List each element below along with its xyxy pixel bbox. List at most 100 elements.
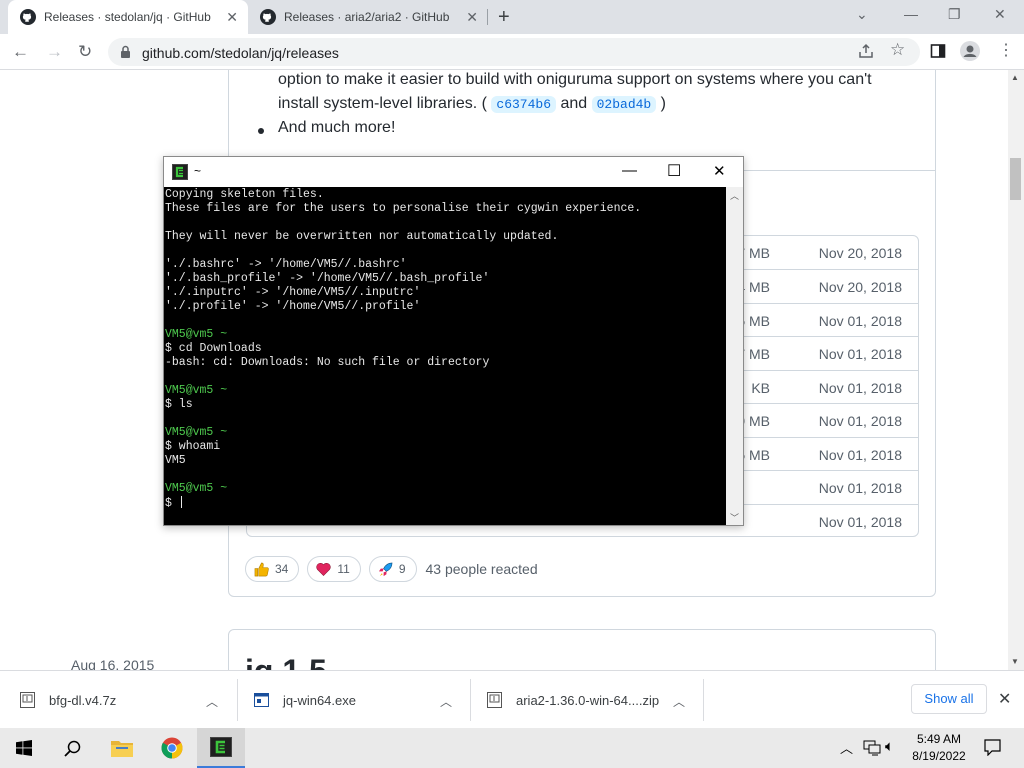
profile-avatar-icon[interactable] [960, 41, 980, 61]
reload-icon[interactable]: ↻ [78, 42, 92, 62]
release-title[interactable]: jq 1.5 [245, 653, 327, 670]
exe-file-icon [254, 693, 269, 707]
scrollbar-thumb[interactable] [1010, 158, 1021, 200]
terminal-line-text: './.inputrc' -> '/home/VM5//.inputrc' [165, 286, 421, 299]
reaction-rocket[interactable]: 9 [368, 556, 417, 582]
conjunction-text: and [560, 95, 588, 112]
taskbar-file-explorer[interactable] [98, 728, 146, 768]
close-tab-icon[interactable]: ✕ [226, 9, 238, 26]
terminal-maximize-button[interactable]: ☐ [667, 161, 681, 181]
cygwin-icon [172, 164, 188, 180]
divider [237, 679, 238, 721]
restore-window-button[interactable]: ❐ [948, 6, 961, 23]
show-all-downloads-button[interactable]: Show all [911, 684, 987, 714]
terminal-line-text: VM5 [165, 454, 186, 467]
terminal-close-button[interactable]: ✕ [713, 162, 726, 180]
download-filename: bfg-dl.v4.7z [49, 692, 117, 708]
cygwin-icon [210, 737, 232, 757]
side-panel-icon[interactable] [930, 43, 946, 59]
search-button[interactable] [48, 728, 96, 768]
cygwin-terminal-window[interactable]: ~ — ☐ ✕ Copying skeleton files. These fil… [163, 156, 744, 526]
asset-date: Nov 20, 2018 [818, 245, 902, 261]
share-icon[interactable] [858, 43, 874, 59]
tab-jq-releases[interactable]: Releases · stedolan/jq · GitHub ✕ [8, 0, 248, 34]
reaction-count: 9 [398, 562, 406, 576]
reaction-thumbs-up[interactable]: 34 [245, 556, 300, 582]
download-item[interactable]: jq-win64.exe ︿ [254, 671, 464, 729]
terminal-line-text: $ whoami [165, 440, 221, 453]
release-notes-line: option to make it easier to build with o… [278, 71, 872, 88]
network-icon[interactable] [863, 740, 881, 756]
start-button[interactable] [0, 728, 48, 768]
reaction-summary: 43 people reacted [425, 561, 538, 577]
folder-icon [111, 741, 133, 757]
chrome-icon [161, 737, 183, 759]
chevron-up-icon[interactable]: ︿ [440, 693, 452, 710]
terminal-line-text: './.bashrc' -> '/home/VM5//.bashrc' [165, 258, 407, 271]
minimize-window-button[interactable]: — [904, 6, 918, 22]
scroll-down-icon[interactable]: ﹀ [730, 511, 739, 524]
commit-link[interactable]: c6374b6 [491, 96, 556, 113]
scroll-up-icon[interactable]: ▲ [1011, 73, 1019, 82]
browser-tab-strip: Releases · stedolan/jq · GitHub ✕ Releas… [0, 0, 1024, 34]
new-tab-button[interactable]: + [498, 6, 510, 29]
terminal-output[interactable]: Copying skeleton files. These files are f… [164, 187, 726, 525]
terminal-titlebar[interactable]: ~ — ☐ ✕ [164, 157, 743, 187]
windows-logo-icon [16, 740, 32, 756]
terminal-line: $ [165, 496, 726, 510]
taskbar-cygwin-terminal[interactable] [197, 728, 245, 768]
taskbar-clock[interactable]: 5:49 AM 8/19/2022 [906, 731, 972, 765]
divider [470, 679, 471, 721]
commit-link[interactable]: 02bad4b [591, 96, 657, 113]
terminal-minimize-button[interactable]: — [622, 162, 637, 179]
terminal-line-text: These files are for the users to persona… [165, 202, 642, 215]
terminal-line: VM5@vm5 ~ [165, 482, 726, 496]
bookmark-star-icon[interactable]: ☆ [890, 40, 905, 60]
terminal-line: -bash: cd: Downloads: No such file or di… [165, 356, 726, 370]
forward-arrow-icon[interactable]: → [46, 42, 63, 62]
scroll-up-icon[interactable]: ︿ [730, 189, 739, 202]
release-notes-text: option to make it easier to build with o… [278, 70, 898, 117]
terminal-line: './.inputrc' -> '/home/VM5//.inputrc' [165, 286, 726, 300]
notifications-icon[interactable] [984, 739, 1001, 756]
terminal-cursor [180, 496, 182, 508]
terminal-line-text: VM5@vm5 ~ [165, 328, 228, 341]
volume-icon[interactable]: 🔈︎ [885, 738, 894, 755]
list-item-text: And much more! [278, 119, 396, 136]
back-arrow-icon[interactable]: ← [12, 42, 29, 62]
asset-date: Nov 01, 2018 [818, 447, 902, 463]
clock-date: 8/19/2022 [912, 749, 966, 763]
asset-date: Nov 01, 2018 [818, 514, 902, 530]
release-notes-line: install system-level libraries. ( [278, 95, 487, 112]
show-hidden-icons-button[interactable]: ︿ [840, 738, 853, 757]
tab-aria2-releases[interactable]: Releases · aria2/aria2 · GitHub ✕ [248, 0, 488, 34]
scroll-down-icon[interactable]: ▼ [1011, 657, 1019, 666]
close-window-button[interactable]: ✕ [994, 6, 1006, 23]
download-item[interactable]: bfg-dl.v4.7z ︿ [20, 671, 230, 729]
close-tab-icon[interactable]: ✕ [466, 9, 478, 26]
close-downloads-bar-icon[interactable]: ✕ [998, 689, 1011, 709]
reaction-heart[interactable]: 11 [307, 556, 361, 582]
chevron-up-icon[interactable]: ︿ [673, 693, 685, 710]
menu-kebab-icon[interactable]: ⋮ [998, 40, 1014, 60]
terminal-scrollbar[interactable]: ︿ ﹀ [726, 187, 743, 525]
release-card [228, 629, 936, 670]
tab-title: Releases · aria2/aria2 · GitHub [284, 10, 450, 24]
address-bar[interactable]: github.com/stedolan/jq/releases [108, 38, 920, 66]
paren-text: ) [660, 95, 666, 112]
chevron-up-icon[interactable]: ︿ [206, 693, 218, 710]
release-date: Aug 16, 2015 [71, 657, 155, 670]
terminal-title: ~ [194, 164, 202, 178]
rocket-icon [378, 562, 393, 576]
page-scrollbar[interactable]: ▲ ▼ [1008, 70, 1024, 670]
tab-search-icon[interactable]: ⌄ [856, 6, 868, 23]
tab-title: Releases · stedolan/jq · GitHub [44, 10, 211, 24]
terminal-line-text: $ [165, 497, 179, 510]
archive-file-icon [487, 692, 502, 708]
download-item[interactable]: aria2-1.36.0-win-64....zip ︿ [487, 671, 697, 729]
asset-date: Nov 01, 2018 [818, 380, 902, 396]
taskbar-chrome[interactable] [148, 728, 196, 768]
